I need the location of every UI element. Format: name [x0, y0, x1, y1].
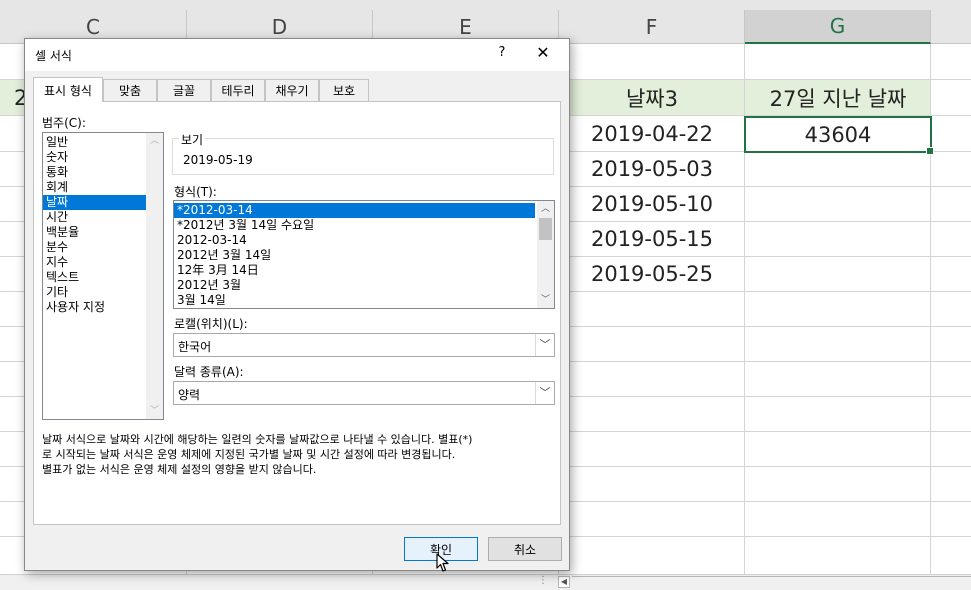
cell-f-row4[interactable]: 2019-05-15	[559, 222, 745, 256]
list-item[interactable]: 시간	[43, 210, 163, 225]
chevron-down-icon[interactable]: ﹀	[146, 404, 163, 418]
cell-text: 날짜3	[625, 86, 678, 111]
calendar-label: 달력 종류(A):	[174, 365, 244, 379]
dialog-titlebar[interactable]: 셀 서식 ? ✕	[25, 39, 569, 71]
cell-f-row3[interactable]: 2019-05-10	[559, 187, 745, 221]
list-item[interactable]: 2012년 3월	[174, 278, 554, 293]
column-letter: C	[86, 14, 100, 39]
description-line: 날짜 서식으로 날짜와 시간에 해당하는 일련의 숫자를 날짜값으로 나타낼 수…	[42, 433, 473, 446]
scroll-left-icon[interactable]: ◀	[558, 576, 570, 588]
list-item[interactable]: 숫자	[43, 150, 163, 165]
type-label: 형식(T):	[174, 185, 217, 199]
column-header-g[interactable]: G	[745, 10, 931, 44]
locale-select[interactable]: 한국어 ﹀	[173, 333, 555, 357]
cell-text: 2019-05-03	[590, 157, 714, 181]
help-icon[interactable]: ?	[495, 45, 509, 60]
horizontal-scrollbar[interactable]: ⋮ ◀	[0, 574, 971, 590]
list-item[interactable]: 일반	[43, 135, 163, 150]
description-line: 로 시작되는 날짜 서식은 운영 체제에 지정된 국가별 날짜 및 시간 설정에…	[42, 448, 456, 461]
list-item[interactable]: 분수	[43, 240, 163, 255]
list-item[interactable]: 지수	[43, 255, 163, 270]
column-letter: G	[829, 14, 846, 38]
tab-label: 테두리	[221, 84, 255, 98]
category-listbox[interactable]: 일반 숫자 통화 회계 날짜 시간 백분율 분수 지수 텍스트 기타 사용자 지…	[42, 132, 164, 420]
list-item[interactable]: *2012년 3월 14일 수요일	[174, 218, 554, 233]
list-item[interactable]: 통화	[43, 165, 163, 180]
category-label: 범주(C):	[42, 116, 86, 130]
list-item[interactable]: 사용자 지정	[43, 300, 163, 315]
column-letter: E	[459, 14, 472, 39]
chevron-up-icon[interactable]: ︿	[537, 202, 554, 216]
scroll-thumb[interactable]	[539, 218, 552, 240]
list-item[interactable]: *2012-03-14	[174, 203, 535, 218]
tab-alignment[interactable]: 맞춤	[103, 79, 157, 101]
type-listbox[interactable]: *2012-03-14 *2012년 3월 14일 수요일 2012-03-14…	[173, 200, 555, 309]
cell-text: 2019-05-25	[590, 262, 714, 286]
ribbon-edge	[0, 0, 971, 10]
tab-label: 맞춤	[118, 84, 142, 98]
tab-number[interactable]: 표시 형식	[33, 77, 103, 102]
column-letter: F	[645, 14, 658, 39]
category-scrollbar[interactable]: ︿ ﹀	[146, 133, 163, 419]
chevron-down-icon[interactable]: ﹀	[537, 293, 554, 307]
cell-f-row1[interactable]: 2019-04-22	[559, 116, 745, 151]
split-handle-icon[interactable]: ⋮	[538, 575, 548, 586]
chevron-up-icon[interactable]: ︿	[146, 134, 163, 148]
cancel-label: 취소	[513, 542, 537, 557]
tab-protection[interactable]: 보호	[319, 79, 369, 101]
column-header-f[interactable]: F	[559, 10, 745, 44]
list-item[interactable]: 텍스트	[43, 270, 163, 285]
dialog-title: 셀 서식	[35, 49, 72, 63]
cell-text: 43604	[804, 122, 872, 147]
format-cells-dialog: 셀 서식 ? ✕ 표시 형식 맞춤 글꼴 테두리 채우기 보호 범주(C): 일…	[24, 38, 570, 571]
cell-g-header[interactable]: 27일 지난 날짜	[745, 80, 931, 115]
sample-group: 보기 2019-05-19	[172, 131, 554, 175]
type-scrollbar[interactable]: ︿ ﹀	[537, 201, 554, 308]
sample-label: 보기	[179, 131, 206, 148]
column-letter: D	[271, 14, 288, 39]
tab-font[interactable]: 글꼴	[157, 79, 211, 101]
tab-fill[interactable]: 채우기	[265, 79, 319, 101]
scroll-track[interactable]	[572, 576, 971, 589]
calendar-select[interactable]: 양력 ﹀	[173, 381, 555, 405]
cell-text: 2019-05-15	[590, 227, 714, 251]
column-header-h[interactable]	[931, 10, 971, 44]
chevron-down-icon[interactable]: ﹀	[535, 382, 554, 404]
tab-label: 글꼴	[172, 84, 196, 98]
tab-label: 채우기	[275, 84, 309, 98]
list-item[interactable]: 회계	[43, 180, 163, 195]
tab-border[interactable]: 테두리	[211, 79, 265, 101]
close-icon[interactable]: ✕	[535, 43, 551, 62]
list-item[interactable]: 백분율	[43, 225, 163, 240]
cell-f-row5[interactable]: 2019-05-25	[559, 257, 745, 291]
number-format-panel: 범주(C): 일반 숫자 통화 회계 날짜 시간 백분율 분수 지수 텍스트 기…	[33, 101, 561, 525]
list-item[interactable]: 2012년 3월 14일	[174, 248, 554, 263]
list-item[interactable]: 기타	[43, 285, 163, 300]
cell-f-row2[interactable]: 2019-05-03	[559, 152, 745, 186]
format-description: 날짜 서식으로 날짜와 시간에 해당하는 일련의 숫자를 날짜값으로 나타낼 수…	[42, 432, 554, 477]
calendar-value: 양력	[178, 388, 201, 402]
list-item[interactable]: 3월 14일	[174, 293, 554, 308]
description-line: 별표가 없는 서식은 운영 체제 설정의 영향을 받지 않습니다.	[42, 463, 317, 476]
cancel-button[interactable]: 취소	[488, 537, 562, 561]
cell-text: 2019-04-22	[590, 121, 714, 146]
tab-label: 보호	[332, 84, 356, 98]
arrow-cursor-icon	[436, 553, 449, 572]
list-item[interactable]: 2012-03-14	[174, 233, 554, 248]
sample-value: 2019-05-19	[183, 153, 253, 167]
active-cell-g[interactable]: 43604	[744, 116, 934, 155]
tab-label: 표시 형식	[44, 83, 92, 98]
locale-label: 로캘(위치)(L):	[174, 317, 248, 331]
cell-text: 27일 지난 날짜	[769, 86, 907, 111]
cell-f-header[interactable]: 날짜3	[559, 80, 745, 115]
locale-value: 한국어	[178, 340, 212, 354]
list-item[interactable]: 12年 3月 14日	[174, 263, 554, 278]
cell-text: 2019-05-10	[590, 192, 714, 216]
list-item[interactable]: 날짜	[43, 195, 146, 210]
chevron-down-icon[interactable]: ﹀	[535, 334, 554, 356]
